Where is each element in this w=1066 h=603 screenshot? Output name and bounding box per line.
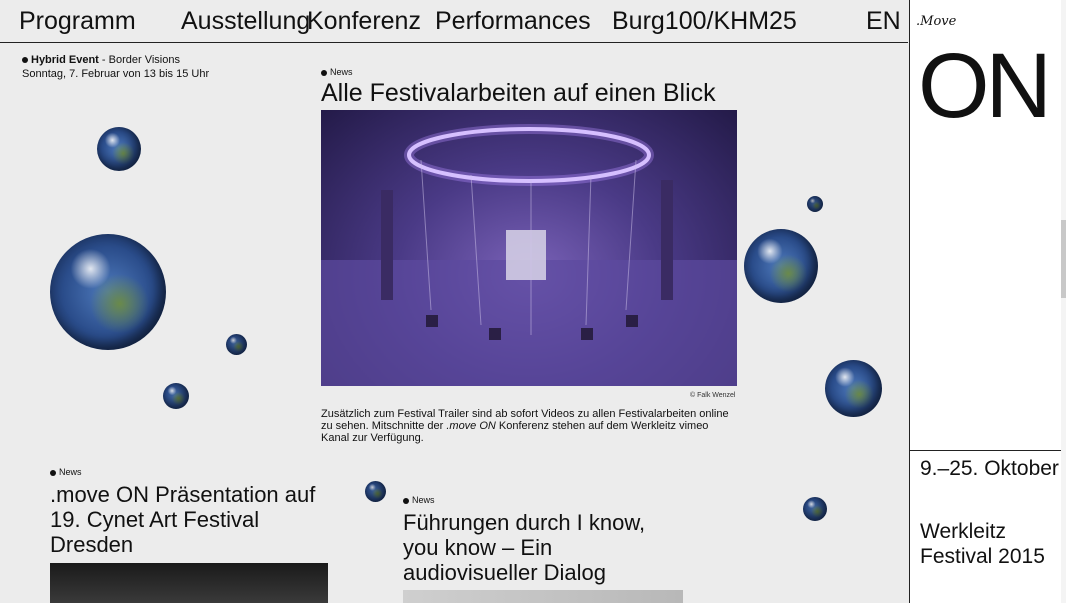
news-tag: News xyxy=(321,67,353,77)
news-photo-main[interactable] xyxy=(321,110,737,386)
divider xyxy=(910,450,1066,451)
event-label[interactable]: Hybrid Event - Border Visions Sonntag, 7… xyxy=(22,53,209,81)
news-tag-label: News xyxy=(330,67,353,77)
planet-icon xyxy=(803,497,827,521)
logo-small: .Move xyxy=(916,14,957,29)
news-thumbnail-left[interactable] xyxy=(50,563,328,603)
planet-icon xyxy=(97,127,141,171)
bullet-icon xyxy=(321,69,327,76)
news-title-left[interactable]: .move ON Präsentation auf 19. Cynet Art … xyxy=(50,482,340,557)
event-title: Border Visions xyxy=(108,54,180,66)
event-separator: - xyxy=(98,54,109,66)
festival-dates: 9.–25. Oktober xyxy=(920,457,1059,480)
planet-icon xyxy=(226,334,247,355)
planet-icon xyxy=(365,481,386,502)
nav-burg100[interactable]: Burg100/KHM25 xyxy=(612,6,797,36)
news-body-main: Zusätzlich zum Festival Trailer sind ab … xyxy=(321,408,736,444)
news-tag-label: News xyxy=(412,495,435,505)
news-tag: News xyxy=(403,495,435,505)
news-title-right[interactable]: Führungen durch I know, you know – Ein a… xyxy=(403,510,683,585)
nav-programm[interactable]: Programm xyxy=(19,6,136,36)
news-thumbnail-right[interactable] xyxy=(403,590,683,603)
news-tag-label: News xyxy=(59,467,82,477)
installation-image xyxy=(321,124,737,386)
event-date: Sonntag, 7. Februar von 13 bis 15 Uhr xyxy=(22,68,210,80)
event-type: Hybrid Event xyxy=(31,54,99,66)
bullet-icon xyxy=(50,469,56,476)
nav-konferenz[interactable]: Konferenz xyxy=(307,6,421,36)
nav-ausstellung[interactable]: Ausstellung xyxy=(181,6,310,36)
planet-icon xyxy=(744,229,818,303)
sidebar: .Move ON 9.–25. Oktober Werkleitz Festiv… xyxy=(909,0,1066,603)
body-text-emphasis: .move ON xyxy=(446,420,496,432)
top-nav: Programm Ausstellung Konferenz Performan… xyxy=(0,0,908,43)
planet-icon xyxy=(825,360,882,417)
logo-on[interactable]: ON xyxy=(918,36,1052,136)
planet-icon xyxy=(163,383,189,409)
festival-name: Werkleitz Festival 2015 xyxy=(920,520,1045,568)
planet-icon xyxy=(807,196,823,212)
nav-performances[interactable]: Performances xyxy=(435,6,591,36)
language-toggle[interactable]: EN xyxy=(866,6,901,36)
news-title-main[interactable]: Alle Festivalarbeiten auf einen Blick xyxy=(321,78,716,108)
planet-icon xyxy=(50,234,166,350)
scrollbar-track[interactable] xyxy=(1061,0,1066,603)
scrollbar-thumb[interactable] xyxy=(1061,220,1066,298)
bullet-icon xyxy=(403,497,409,504)
news-tag: News xyxy=(50,467,82,477)
photo-credit: © Falk Wenzel xyxy=(690,392,736,399)
bullet-icon xyxy=(22,57,28,64)
